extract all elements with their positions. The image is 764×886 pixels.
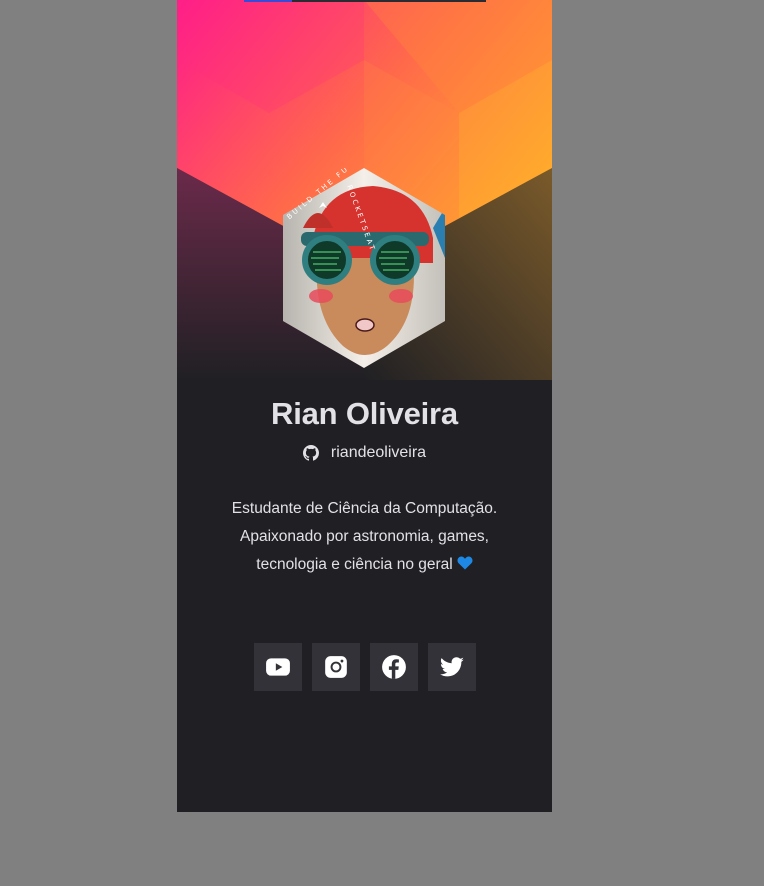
instagram-link[interactable] <box>311 643 360 691</box>
social-links <box>177 643 552 691</box>
youtube-link[interactable] <box>253 643 302 691</box>
github-username[interactable]: riandeoliveira <box>177 443 552 463</box>
bio-line: tecnologia e ciência no geral <box>207 551 522 579</box>
twitter-icon <box>439 657 464 677</box>
username-text: riandeoliveira <box>330 444 427 461</box>
progress-bar <box>244 0 486 2</box>
instagram-icon <box>324 656 347 678</box>
facebook-icon <box>381 655 406 679</box>
facebook-link[interactable] <box>369 643 418 691</box>
progress-fill <box>244 0 292 2</box>
profile-card: BUILD THE FUTURE ROCKETSEAT Rian Oliveir… <box>177 0 552 812</box>
bio-line: Apaixonado por astronomia, games, <box>239 528 489 545</box>
profile-name: Rian Oliveira <box>271 396 458 431</box>
twitter-link[interactable] <box>427 643 476 691</box>
github-icon <box>302 445 319 461</box>
youtube-icon <box>265 658 290 676</box>
blue-heart-icon <box>457 556 473 570</box>
bio-line: Estudante de Ciência da Computação. <box>231 500 498 517</box>
profile-bio: Estudante de Ciência da Computação. Apai… <box>207 495 522 579</box>
avatar: BUILD THE FUTURE ROCKETSEAT <box>283 146 445 368</box>
